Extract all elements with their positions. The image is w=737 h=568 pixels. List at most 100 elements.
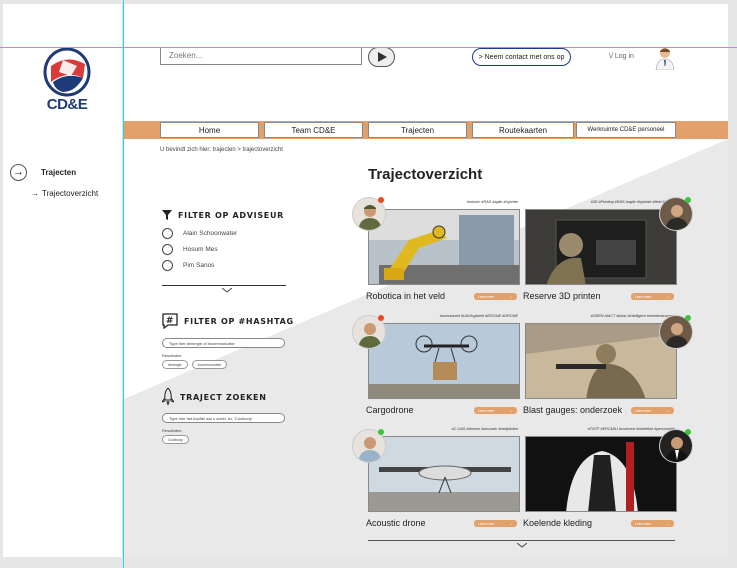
results-label: Resultaten: (162, 353, 183, 358)
search-submit-button[interactable] (368, 47, 395, 67)
hashtag-filter: # FILTER OP #HASHTAG Type hier #energie … (162, 313, 294, 369)
status-dot (378, 315, 384, 321)
chevron-down-icon[interactable] (222, 288, 232, 293)
card-title: Blast gauges: onderzoek (523, 405, 623, 415)
status-dot (685, 429, 691, 435)
read-more-button[interactable]: Lees meer → (474, 407, 517, 414)
traject-search-title: TRAJECT ZOEKEN (180, 392, 267, 402)
layout-guide-vertical (123, 0, 124, 568)
sidebar-item-label: Trajecten (41, 168, 77, 177)
card-image (368, 209, 520, 285)
sidebar: CD&E → Trajecten → Trajectoverzicht (3, 4, 123, 557)
search-input[interactable]: Zoeken... (160, 47, 362, 65)
status-dot (378, 429, 384, 435)
read-more-button[interactable]: Lees meer → (474, 293, 517, 300)
adviser-filter: FILTER OP ADVISEUR Alain Schoonwater Hos… (162, 210, 284, 271)
card-title: Koelende kleding (523, 518, 593, 528)
hashtag-result-tag[interactable]: #energie (162, 360, 188, 369)
traject-search-heading: TRAJECT ZOEKEN (162, 388, 285, 406)
rocket-icon (162, 388, 174, 406)
card-hashtags: #TNTF #ERCMILI #coolvest #intellekte #pe… (587, 427, 675, 431)
read-more-label: Lees meer (478, 408, 495, 413)
read-more-label: Lees meer (478, 294, 495, 299)
card-hashtags: #unmanned #UAVlogistiek #DRONE #DRONE (439, 314, 518, 318)
results-label: Resultaten: (162, 428, 183, 433)
card-hashtags: #robotic #RAS #agile #hybride (466, 200, 518, 204)
user-avatar-icon[interactable] (654, 46, 676, 71)
funnel-icon (162, 210, 172, 220)
sidebar-item-trajecten[interactable]: → Trajecten (10, 164, 76, 181)
card-title: Acoustic drone (366, 518, 426, 528)
read-more-label: Lees meer (635, 294, 652, 299)
read-more-button[interactable]: Lees meer → (474, 520, 517, 527)
nav-item-team[interactable]: Team CD&E (264, 122, 363, 138)
sidebar-item-trajectoverzicht[interactable]: → Trajectoverzicht (31, 189, 98, 198)
adviser-option[interactable]: Hosum Mes (162, 244, 284, 255)
arrow-right-icon: → (665, 407, 670, 414)
layout-guide-horizontal (0, 47, 737, 48)
card-hashtags: #CBRN #IACT #blast #intelligent #meetins… (590, 314, 675, 318)
adviser-name: Pim Sanos (183, 262, 215, 269)
nav-item-werkruimte[interactable]: Werkruimte CD&E personeel (576, 122, 676, 138)
hashtag-search-input[interactable]: Type hier #energie of #communicatie (162, 338, 285, 348)
search-result-tag[interactable]: Coolbody (162, 435, 189, 444)
sidebar-subitem-label: Trajectoverzicht (42, 189, 99, 198)
arrow-right-icon: → (665, 293, 670, 300)
radio-button[interactable] (162, 228, 173, 239)
arrow-right-icon: → (508, 293, 513, 300)
arrow-right-icon: → (31, 189, 39, 198)
svg-text:#: # (166, 316, 174, 326)
hashtag-bubble-icon: # (162, 313, 178, 329)
traject-search-input[interactable]: Type hier het kopttel dat u zoekt. bv. '… (162, 413, 285, 423)
arrow-right-icon: → (508, 520, 513, 527)
read-more-button[interactable]: Lees meer → (631, 520, 674, 527)
nav-item-routekaarten[interactable]: Routekaarten (472, 122, 574, 138)
card-image (368, 436, 520, 512)
card-image (525, 436, 677, 512)
read-more-label: Lees meer (635, 521, 652, 526)
page-title: Trajectoverzicht (368, 166, 483, 183)
adviser-name: Hosum Mes (183, 246, 218, 253)
radio-button[interactable] (162, 260, 173, 271)
read-more-button[interactable]: Lees meer → (631, 407, 674, 414)
hashtag-filter-heading: # FILTER OP #HASHTAG (162, 313, 294, 329)
main-navbar: Home Team CD&E Trajecten Routekaarten We… (124, 121, 728, 139)
logo-emblem-icon (43, 47, 91, 97)
nav-item-trajecten[interactable]: Trajecten (368, 122, 467, 138)
arrow-right-circle-icon: → (10, 164, 27, 181)
breadcrumb: U bevindt zich hier: trajecten > traject… (160, 147, 283, 153)
adviser-option[interactable]: Alain Schoonwater (162, 228, 284, 239)
card-image (525, 323, 677, 399)
cde-logo[interactable]: CD&E (41, 47, 93, 118)
login-link[interactable]: \/ Log in (609, 53, 634, 60)
read-more-label: Lees meer (635, 408, 652, 413)
traject-search: TRAJECT ZOEKEN Type hier het kopttel dat… (162, 388, 285, 444)
logo-text: CD&E (46, 96, 88, 113)
card-title: Reserve 3D printen (523, 291, 601, 301)
card-image (525, 209, 677, 285)
card-title: Robotica in het veld (366, 291, 446, 301)
divider (368, 540, 675, 541)
hashtag-filter-title: FILTER OP #HASHTAG (184, 316, 294, 326)
adviser-filter-title: FILTER OP ADVISEUR (178, 210, 285, 220)
hashtag-result-tag[interactable]: #communicatie (191, 360, 228, 369)
card-hashtags: #C-UAS #drones #acoustic #nedpiloten (451, 427, 519, 431)
card-title: Cargodrone (366, 405, 414, 415)
status-dot (378, 197, 384, 203)
radio-button[interactable] (162, 244, 173, 255)
status-dot (685, 197, 691, 203)
arrow-right-icon: → (508, 407, 513, 414)
chevron-down-icon[interactable] (517, 543, 527, 548)
page-canvas: CD&E → Trajecten → Trajectoverzicht Zoek… (3, 4, 728, 557)
arrow-right-icon: → (665, 520, 670, 527)
card-image (368, 323, 520, 399)
divider (162, 285, 286, 286)
read-more-label: Lees meer (478, 521, 495, 526)
adviser-option[interactable]: Pim Sanos (162, 260, 284, 271)
contact-button[interactable]: > Neem contact met ons op (472, 48, 571, 66)
nav-item-home[interactable]: Home (160, 122, 259, 138)
read-more-button[interactable]: Lees meer → (631, 293, 674, 300)
status-dot (685, 315, 691, 321)
adviser-name: Alain Schoonwater (183, 230, 238, 237)
adviser-filter-heading: FILTER OP ADVISEUR (162, 210, 284, 220)
